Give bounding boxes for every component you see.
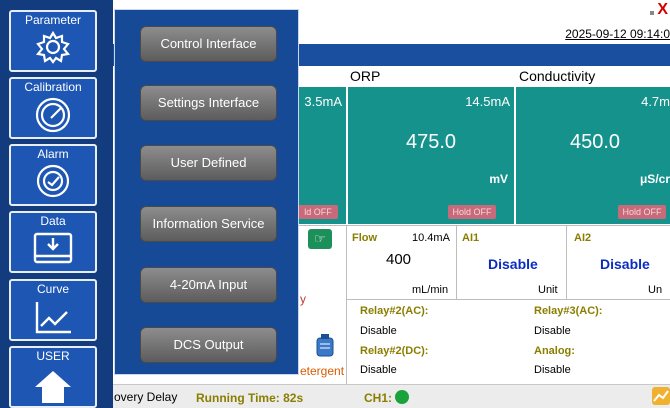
menu-item-dcs-output[interactable]: DCS Output bbox=[140, 327, 277, 363]
alarm-icon bbox=[36, 164, 70, 198]
relay3ac-label: Relay#3(AC): bbox=[534, 305, 603, 317]
sidebar-item-label: USER bbox=[36, 349, 70, 363]
sidebar-item-label: Data bbox=[40, 214, 66, 228]
orp-value: 475.0 bbox=[405, 131, 457, 153]
sidebar-item-label: Curve bbox=[36, 282, 69, 296]
sidebar-item-calibration[interactable]: Calibration bbox=[9, 77, 97, 139]
sidebar-item-user[interactable]: USER bbox=[9, 346, 97, 408]
divider bbox=[456, 225, 457, 299]
recovery-delay: overy Delay bbox=[114, 390, 178, 404]
menu-item-4-20ma-input[interactable]: 4-20mA Input bbox=[140, 267, 277, 303]
conductivity-title: Conductivity bbox=[519, 68, 596, 84]
ch1-status-icon bbox=[395, 390, 409, 404]
sidebar-item-label: Alarm bbox=[37, 147, 69, 161]
close-icon[interactable]: X bbox=[657, 1, 668, 19]
ai1-unit: Unit bbox=[538, 284, 558, 296]
cond-ma: 4.7m bbox=[641, 94, 670, 109]
gear-icon bbox=[35, 30, 71, 64]
detergent-label: etergent bbox=[300, 364, 345, 378]
orp-unit: mV bbox=[489, 172, 508, 186]
data-icon bbox=[33, 232, 73, 264]
relay2dc-label: Relay#2(DC): bbox=[360, 345, 429, 357]
cond-hold-badge: Hold OFF bbox=[618, 205, 666, 219]
ai2-unit: Un bbox=[648, 284, 663, 296]
sidebar-item-curve[interactable]: Curve bbox=[9, 279, 97, 341]
relay2dc-state: Disable bbox=[360, 364, 397, 376]
ai1-state: Disable bbox=[488, 256, 538, 272]
divider bbox=[346, 299, 670, 300]
parameter-menu: Control Interface Settings Interface Use… bbox=[114, 9, 299, 375]
ai2-label: AI2 bbox=[574, 232, 592, 244]
home-icon bbox=[35, 371, 71, 403]
minimize-icon[interactable] bbox=[650, 11, 654, 15]
relay3ac-state: Disable bbox=[534, 325, 571, 337]
sidebar-item-alarm[interactable]: Alarm bbox=[9, 144, 97, 206]
y-mark: y bbox=[300, 292, 306, 306]
flow-value: 400 bbox=[386, 251, 412, 268]
sidebar-item-parameter[interactable]: Parameter bbox=[9, 10, 97, 72]
divider bbox=[298, 225, 670, 226]
relay2ac-label: Relay#2(AC): bbox=[360, 305, 429, 317]
left-hold-badge: ld OFF bbox=[298, 205, 338, 219]
analog-state: Disable bbox=[534, 364, 571, 376]
ai1-label: AI1 bbox=[462, 232, 480, 244]
orp-ma: 14.5mA bbox=[465, 94, 510, 109]
flow-ma: 10.4mA bbox=[412, 232, 450, 244]
touch-hand-button[interactable]: ☞ bbox=[308, 229, 332, 249]
ch1-label: CH1: bbox=[364, 391, 393, 405]
analog-label: Analog: bbox=[534, 345, 575, 357]
sidebar-item-data[interactable]: Data bbox=[9, 211, 97, 273]
running-time: Running Time: 82s bbox=[196, 391, 304, 405]
menu-item-control-interface[interactable]: Control Interface bbox=[140, 26, 277, 62]
flow-unit: mL/min bbox=[412, 284, 449, 296]
orp-title: ORP bbox=[350, 68, 381, 84]
left-measure-panel[interactable]: 3.5mA ld OFF bbox=[298, 87, 346, 224]
detergent-icon[interactable] bbox=[314, 334, 336, 363]
ai2-state: Disable bbox=[600, 256, 650, 272]
menu-item-user-defined[interactable]: User Defined bbox=[140, 145, 277, 181]
datetime-display: 2025-09-12 09:14:0 bbox=[565, 27, 670, 41]
flow-label: Flow bbox=[352, 232, 378, 244]
orp-panel[interactable]: 14.5mA 475.0 mV Hold OFF bbox=[348, 87, 514, 224]
gauge-icon bbox=[35, 97, 71, 133]
cond-value: 450.0 bbox=[570, 131, 621, 153]
cond-unit: μS/cr bbox=[639, 172, 670, 186]
curve-icon bbox=[35, 302, 71, 334]
sidebar-item-label: Parameter bbox=[24, 13, 82, 27]
left-ma: 3.5mA bbox=[304, 94, 342, 109]
sidebar-item-label: Calibration bbox=[24, 80, 82, 94]
sidebar: Parameter Calibration Alarm Data Curve U… bbox=[0, 0, 113, 408]
divider bbox=[346, 225, 347, 384]
relay2ac-state: Disable bbox=[360, 325, 397, 337]
chart-icon[interactable] bbox=[652, 387, 670, 405]
menu-item-settings-interface[interactable]: Settings Interface bbox=[140, 85, 277, 121]
orp-hold-badge: Hold OFF bbox=[448, 205, 496, 219]
menu-item-information-service[interactable]: Information Service bbox=[140, 206, 277, 242]
conductivity-panel[interactable]: 4.7m 450.0 μS/cr Hold OFF bbox=[516, 87, 670, 224]
divider bbox=[566, 225, 567, 299]
